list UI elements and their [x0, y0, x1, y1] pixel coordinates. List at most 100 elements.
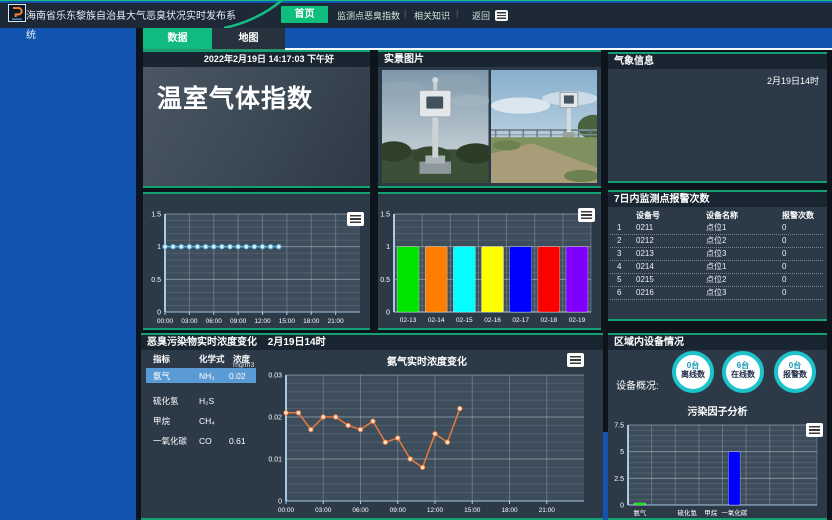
svg-text:02-18: 02-18	[540, 317, 557, 324]
devices-panel-title: 区域内设备情况	[608, 335, 827, 350]
pollutant-formula: CO	[199, 436, 212, 446]
navbar-menu-icon[interactable]	[495, 10, 508, 21]
weather-timestamp: 2月19日14时	[767, 74, 819, 87]
col-device-id: 设备号	[636, 210, 706, 222]
pollutant-formula: NH₃	[199, 371, 215, 381]
tabrow-blue-band	[285, 28, 832, 49]
table-row[interactable]: 6 0216 点位3 0	[610, 287, 823, 300]
odor-panel-header: 恶臭污染物实时浓度变化 2月19日14时	[141, 335, 603, 350]
svg-text:02-16: 02-16	[484, 317, 501, 324]
pollutant-row[interactable]: 甲烷 CH₄	[146, 413, 256, 428]
table-row[interactable]: 4 0214 点位1 0	[610, 261, 823, 274]
nav-item-odor-index[interactable]: 监测点恶臭指数	[337, 9, 400, 22]
svg-text:0.5: 0.5	[380, 277, 390, 284]
pollutant-row[interactable]: 硫化氢 H₂S	[146, 393, 256, 408]
alarm-table-panel: 7日内监测点报警次数 设备号 设备名称 报警次数 1 0211 点位1 0 2 …	[608, 190, 827, 321]
pollutant-formula: H₂S	[199, 396, 214, 406]
alarm-count: 0	[782, 287, 823, 299]
svg-text:21:00: 21:00	[539, 507, 556, 514]
pollutant-row[interactable]: 一氧化碳 CO 0.61	[146, 433, 256, 448]
index-trend-chart: 00.511.500:0003:0006:0009:0012:0015:0018…	[145, 206, 368, 328]
offline-count-label: 离线数	[676, 370, 710, 380]
offline-count-badge: 0台 离线数	[672, 351, 714, 393]
svg-text:21:00: 21:00	[327, 318, 344, 325]
svg-text:0.02: 0.02	[268, 415, 282, 422]
nav-item-back[interactable]: 返回	[472, 9, 490, 22]
devices-overview-label: 设备概况:	[616, 377, 659, 392]
row-index: 1	[610, 222, 636, 234]
pollutant-name: 硫化氢	[153, 395, 179, 407]
svg-text:06:00: 06:00	[206, 318, 223, 325]
row-index: 3	[610, 248, 636, 260]
odor-panel: 恶臭污染物实时浓度变化 2月19日14时 指标 化学式 浓度 mg/m3 氨气 …	[141, 333, 603, 520]
daily-index-chart: 00.511.502-1302-1402-1502-1602-1702-1802…	[380, 206, 599, 328]
svg-text:06:00: 06:00	[352, 507, 369, 514]
device-name: 点位2	[706, 274, 782, 286]
chart-menu-icon[interactable]	[567, 353, 584, 367]
svg-text:15:00: 15:00	[464, 507, 481, 514]
svg-text:0: 0	[157, 310, 161, 317]
greeting-headline: 温室气体指数	[143, 67, 370, 115]
photos-body	[378, 67, 601, 186]
svg-text:09:00: 09:00	[230, 318, 247, 325]
app-title: 海南省乐东黎族自治县大气恶臭状况实时发布系统	[26, 7, 241, 45]
svg-text:02-14: 02-14	[428, 317, 445, 324]
svg-text:氨气: 氨气	[633, 508, 647, 517]
col-formula: 化学式	[199, 353, 225, 365]
svg-text:1.5: 1.5	[151, 212, 161, 219]
pollutant-name: 氨气	[153, 370, 170, 382]
nav-item-home[interactable]: 首页	[281, 6, 328, 23]
site-photo-2[interactable]	[491, 70, 598, 183]
svg-text:18:00: 18:00	[303, 318, 320, 325]
pollutant-row-selected[interactable]: 氨气 NH₃ 0.02	[146, 368, 256, 383]
row-index: 4	[610, 261, 636, 273]
table-row[interactable]: 3 0213 点位3 0	[610, 248, 823, 261]
daily-index-panel: 00.511.502-1302-1402-1502-1602-1702-1802…	[378, 192, 601, 330]
pollutant-value: 0.02	[229, 371, 246, 381]
device-name: 点位1	[706, 222, 782, 234]
chart-menu-icon[interactable]	[347, 212, 364, 226]
svg-text:12:00: 12:00	[254, 318, 271, 325]
greeting-datetime: 2022年2月19日 14:17:03 下午好	[143, 52, 370, 67]
pollutant-formula: CH₄	[199, 416, 215, 426]
pollution-factor-chart: 02.557.5氨气硫化氢甲烷一氧化碳	[610, 419, 825, 519]
alarm-panel-title: 7日内监测点报警次数	[608, 192, 827, 207]
alarm-count: 0	[782, 261, 823, 273]
row-index: 6	[610, 287, 636, 299]
odor-panel-timestamp: 2月19日14时	[268, 337, 326, 348]
table-row[interactable]: 5 0215 点位2 0	[610, 274, 823, 287]
offline-count-value: 0台	[676, 361, 710, 370]
devices-panel: 区域内设备情况 设备概况: 0台 离线数 6台 在线数 0台 报警数 污染因子分…	[608, 333, 827, 520]
alarm-count: 0	[782, 248, 823, 260]
svg-text:03:00: 03:00	[181, 318, 198, 325]
table-row[interactable]: 1 0211 点位1 0	[610, 222, 823, 235]
col-device-name: 设备名称	[706, 210, 782, 222]
svg-text:0.5: 0.5	[151, 277, 161, 284]
nav-separator: |	[404, 8, 406, 18]
dashboard-root: 海南省乐东黎族自治县大气恶臭状况实时发布系统 首页 监测点恶臭指数 | 相关知识…	[0, 0, 832, 520]
device-id: 0214	[636, 261, 706, 273]
svg-text:0: 0	[386, 310, 390, 317]
ammonia-trend-chart: 00.010.020.0300:0003:0006:0009:0012:0015…	[256, 367, 598, 517]
index-trend-panel: 00.511.500:0003:0006:0009:0012:0015:0018…	[143, 192, 370, 330]
online-count-label: 在线数	[726, 370, 760, 380]
device-id: 0212	[636, 235, 706, 247]
alarm-table-header: 设备号 设备名称 报警次数	[610, 210, 823, 222]
svg-text:02-17: 02-17	[512, 317, 529, 324]
site-photo-1[interactable]	[382, 70, 489, 183]
alarm-count-label: 报警数	[778, 370, 812, 380]
pollution-factor-title: 污染因子分析	[608, 403, 827, 418]
svg-text:00:00: 00:00	[157, 318, 174, 325]
svg-text:15:00: 15:00	[279, 318, 296, 325]
nav-item-knowledge[interactable]: 相关知识	[414, 9, 450, 22]
chart-menu-icon[interactable]	[578, 208, 595, 222]
alarm-table: 设备号 设备名称 报警次数 1 0211 点位1 0 2 0212 点位2 0 …	[610, 210, 823, 300]
svg-text:7.5: 7.5	[614, 423, 624, 430]
chart-menu-icon[interactable]	[806, 423, 823, 437]
alarm-count: 0	[782, 235, 823, 247]
table-row[interactable]: 2 0212 点位2 0	[610, 235, 823, 248]
svg-text:0: 0	[620, 503, 624, 510]
svg-text:一氧化碳: 一氧化碳	[721, 508, 748, 517]
svg-text:02-13: 02-13	[400, 317, 417, 324]
left-sidebar	[0, 28, 136, 520]
